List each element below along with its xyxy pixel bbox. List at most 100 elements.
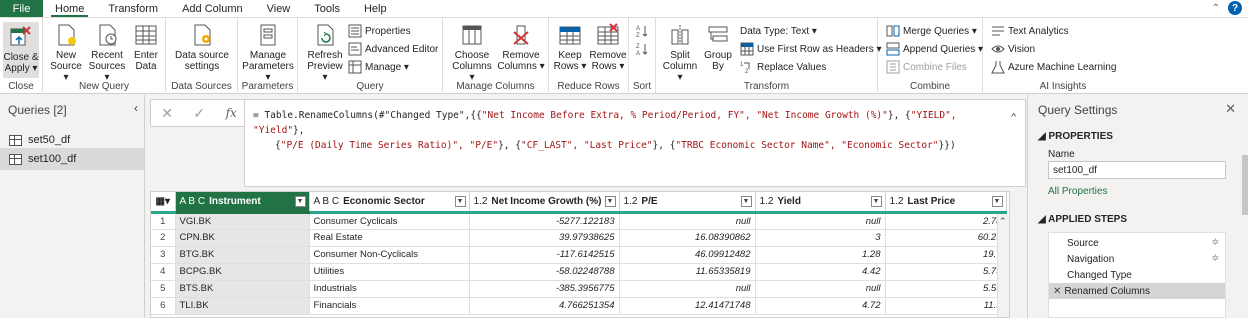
step-source[interactable]: Source ✲: [1049, 235, 1225, 251]
data-type-dropdown[interactable]: Data Type: Text ▾: [740, 23, 817, 39]
delete-step-icon[interactable]: ✕: [1053, 286, 1061, 297]
filter-dropdown-icon[interactable]: ▼: [294, 196, 306, 207]
append-queries-button[interactable]: Append Queries ▾: [886, 41, 983, 57]
cell-number[interactable]: -5277.122183: [469, 212, 620, 230]
query-item-set100[interactable]: set100_df: [0, 148, 144, 170]
close-icon[interactable]: ✕: [1225, 101, 1236, 117]
advanced-editor-button[interactable]: Advanced Editor: [348, 41, 438, 57]
cell-number[interactable]: 1.28: [755, 246, 886, 264]
cell-number[interactable]: 39.97938625: [469, 229, 620, 247]
replace-values-button[interactable]: 12 Replace Values: [740, 59, 826, 75]
filter-dropdown-icon[interactable]: ▼: [991, 196, 1003, 207]
table-row[interactable]: 3 BTG.BK Consumer Non-Cyclicals -117.614251…: [151, 246, 1007, 264]
sort-ascending-button[interactable]: AZ: [635, 23, 649, 39]
cell-number[interactable]: 2.78: [885, 212, 1007, 230]
collapse-queries-icon[interactable]: ‹: [134, 101, 138, 115]
filter-dropdown-icon[interactable]: ▼: [740, 196, 752, 207]
table-row[interactable]: 5 BTS.BK Industrials -385.3956775 null null 5.…: [151, 280, 1007, 298]
table-row[interactable]: 2 CPN.BK Real Estate 39.97938625 16.08390862…: [151, 229, 1007, 247]
tab-add-column[interactable]: Add Column: [170, 0, 255, 17]
cell-number[interactable]: 4.766251354: [469, 297, 620, 315]
cell-economic-sector[interactable]: Industrials: [309, 280, 470, 298]
cell-economic-sector[interactable]: Utilities: [309, 263, 470, 281]
data-source-settings-button[interactable]: Data source settings: [172, 22, 232, 72]
remove-columns-button[interactable]: Remove Columns ▾: [497, 22, 545, 72]
group-by-button[interactable]: Group By: [702, 22, 734, 72]
cell-number[interactable]: 4.42: [755, 263, 886, 281]
cell-number[interactable]: 16.08390862: [619, 229, 756, 247]
tab-transform[interactable]: Transform: [96, 0, 170, 17]
cell-number[interactable]: null: [619, 280, 756, 298]
cell-number[interactable]: 3: [755, 229, 886, 247]
help-icon[interactable]: ?: [1228, 1, 1242, 15]
query-name-input[interactable]: [1048, 161, 1226, 179]
filter-dropdown-icon[interactable]: ▼: [604, 196, 616, 207]
cell-number[interactable]: 60.25: [885, 229, 1007, 247]
cell-economic-sector[interactable]: Financials: [309, 297, 470, 315]
properties-button[interactable]: Properties: [348, 23, 411, 39]
cell-economic-sector[interactable]: Real Estate: [309, 229, 470, 247]
keep-rows-button[interactable]: Keep Rows ▾: [553, 22, 587, 72]
filter-dropdown-icon[interactable]: ▼: [870, 196, 882, 207]
formula-bar[interactable]: = Table.RenameColumns(#"Changed Type",{{…: [244, 99, 1026, 187]
column-header-instrument[interactable]: A B C Instrument ▼: [175, 192, 310, 214]
table-row[interactable]: 4 BCPG.BK Utilities -58.02248788 11.65335819…: [151, 263, 1007, 281]
settings-scrollbar[interactable]: [1242, 155, 1248, 215]
scroll-up-icon[interactable]: ⌃: [999, 216, 1007, 227]
step-changed-type[interactable]: Changed Type: [1049, 267, 1225, 283]
cell-economic-sector[interactable]: Consumer Cyclicals: [309, 212, 470, 230]
cell-instrument[interactable]: CPN.BK: [175, 229, 310, 247]
cell-number[interactable]: -385.3956775: [469, 280, 620, 298]
grid-vertical-scrollbar[interactable]: ⌃: [997, 214, 1009, 317]
cell-economic-sector[interactable]: Consumer Non-Cyclicals: [309, 246, 470, 264]
cell-number[interactable]: 11.65335819: [619, 263, 756, 281]
all-properties-link[interactable]: All Properties: [1048, 186, 1107, 197]
combine-files-button[interactable]: Combine Files: [886, 59, 967, 75]
choose-columns-button[interactable]: Choose Columns ▾: [449, 22, 495, 83]
tab-help[interactable]: Help: [352, 0, 399, 17]
merge-queries-button[interactable]: Merge Queries ▾: [886, 23, 977, 39]
table-row[interactable]: 1 VGI.BK Consumer Cyclicals -5277.122183 nul…: [151, 212, 1007, 230]
fx-icon[interactable]: fx: [226, 106, 237, 120]
tab-home[interactable]: Home: [43, 0, 96, 17]
cell-number[interactable]: 4.72: [755, 297, 886, 315]
step-renamed-columns[interactable]: ✕ Renamed Columns: [1049, 283, 1225, 299]
use-first-row-headers-button[interactable]: Use First Row as Headers ▾: [740, 41, 882, 57]
recent-sources-button[interactable]: Recent Sources ▾: [87, 22, 127, 83]
cell-instrument[interactable]: BTS.BK: [175, 280, 310, 298]
split-column-button[interactable]: Split Column ▾: [662, 22, 698, 83]
collapse-ribbon-icon[interactable]: ⌃: [1212, 3, 1220, 14]
table-row[interactable]: 6 TLI.BK Financials 4.766251354 12.41471748 4…: [151, 297, 1007, 315]
enter-data-button[interactable]: Enter Data: [131, 22, 161, 72]
formula-expand-icon[interactable]: ⌃: [1010, 110, 1017, 125]
cell-number[interactable]: 5.55: [885, 280, 1007, 298]
cell-number[interactable]: 19.7: [885, 246, 1007, 264]
table-menu-icon[interactable]: ▦▾: [151, 192, 176, 214]
column-header-last-price[interactable]: 1.2 Last Price ▼: [885, 192, 1007, 214]
cell-instrument[interactable]: VGI.BK: [175, 212, 310, 230]
manage-button[interactable]: Manage ▾: [348, 59, 409, 75]
sort-descending-button[interactable]: ZA: [635, 41, 649, 57]
cell-number[interactable]: 12.41471748: [619, 297, 756, 315]
new-source-button[interactable]: New Source ▾: [49, 22, 83, 83]
refresh-preview-button[interactable]: Refresh Preview ▾: [306, 22, 344, 83]
text-analytics-button[interactable]: Text Analytics: [991, 23, 1069, 39]
column-header-yield[interactable]: 1.2 Yield ▼: [755, 192, 886, 214]
cell-instrument[interactable]: BTG.BK: [175, 246, 310, 264]
cell-number[interactable]: -117.6142515: [469, 246, 620, 264]
cell-number[interactable]: 11.3: [885, 297, 1007, 315]
cell-number[interactable]: -58.02248788: [469, 263, 620, 281]
column-header-net-income-growth[interactable]: 1.2 Net Income Growth (%) ▼: [469, 192, 620, 214]
remove-rows-button[interactable]: Remove Rows ▾: [589, 22, 627, 72]
close-apply-button[interactable]: Close & Apply ▾: [3, 22, 39, 78]
cell-number[interactable]: 46.09912482: [619, 246, 756, 264]
column-header-economic-sector[interactable]: A B C Economic Sector ▼: [309, 192, 470, 214]
cancel-formula-icon[interactable]: ✕: [161, 105, 173, 122]
gear-icon[interactable]: ✲: [1211, 253, 1219, 264]
cell-number[interactable]: 5.75: [885, 263, 1007, 281]
cell-number[interactable]: null: [619, 212, 756, 230]
manage-parameters-button[interactable]: Manage Parameters ▾: [241, 22, 295, 83]
filter-dropdown-icon[interactable]: ▼: [454, 196, 466, 207]
step-navigation[interactable]: Navigation ✲: [1049, 251, 1225, 267]
cell-number[interactable]: null: [755, 280, 886, 298]
